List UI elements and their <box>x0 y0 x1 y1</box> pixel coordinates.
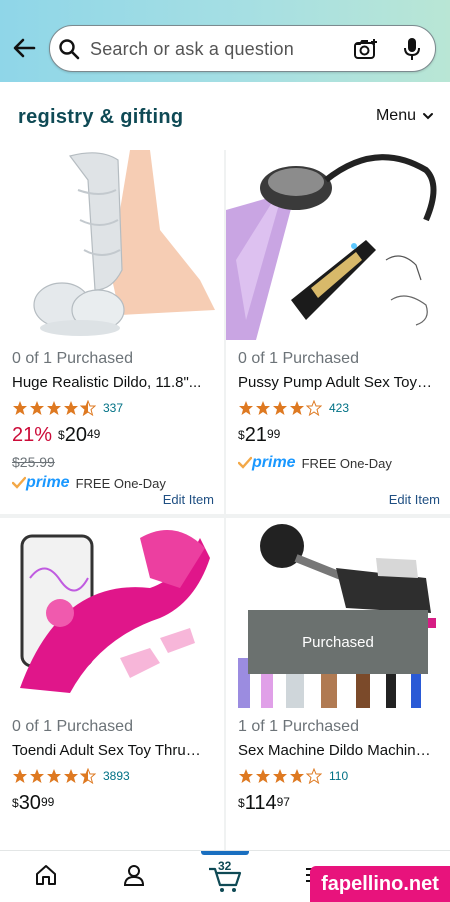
search-header: Search or ask a question <box>0 0 450 82</box>
price-currency: $ <box>58 428 65 442</box>
star-full-icon <box>47 401 61 415</box>
star-full-icon <box>64 401 78 415</box>
star-half-icon <box>80 400 96 416</box>
product-grid: 0 of 1 Purchased Huge Realistic Dildo, 1… <box>0 150 450 850</box>
purchased-status: 1 of 1 Purchased <box>238 718 359 735</box>
product-card[interactable]: 0 of 1 Purchased Toendi Adult Sex Toy Th… <box>0 518 224 850</box>
discount-percent: 21% <box>12 424 53 446</box>
price-whole: 30 <box>18 792 41 814</box>
purchased-status: 0 of 1 Purchased <box>12 350 133 367</box>
cart-icon[interactable] <box>208 865 242 893</box>
price-fraction: 99 <box>266 427 281 441</box>
price: 21% $ 20 49 <box>12 424 100 447</box>
product-title[interactable]: Sex Machine Dildo Machin… <box>238 742 444 759</box>
price-whole: 20 <box>64 424 87 446</box>
price: $ 114 97 <box>238 792 290 815</box>
product-title[interactable]: Pussy Pump Adult Sex Toy… <box>238 374 444 391</box>
price-whole: 21 <box>244 424 267 446</box>
edit-item-link[interactable]: Edit Item <box>389 492 440 507</box>
star-full-icon <box>30 401 44 415</box>
star-full-icon <box>273 401 287 415</box>
star-half-icon <box>80 768 96 784</box>
prime-delivery: prime FREE One-Day <box>12 474 166 492</box>
prime-label: prime <box>26 474 70 491</box>
purchased-toast: Purchased <box>248 610 428 674</box>
star-full-icon <box>30 769 44 783</box>
prime-label: prime <box>252 454 296 471</box>
price-whole: 114 <box>244 792 277 814</box>
rating-count[interactable]: 110 <box>329 769 348 783</box>
rating-count[interactable]: 423 <box>329 401 349 415</box>
product-title[interactable]: Toendi Adult Sex Toy Thru… <box>12 742 218 759</box>
product-card[interactable]: 1 of 1 Purchased Sex Machine Dildo Machi… <box>226 518 450 850</box>
rating-stars[interactable]: 3893 <box>12 768 130 784</box>
watermark: fapellino.net <box>310 866 450 902</box>
prime-check-icon <box>238 456 252 469</box>
product-title[interactable]: Huge Realistic Dildo, 11.8"... <box>12 374 218 391</box>
rating-count[interactable]: 337 <box>103 401 123 415</box>
star-full-icon <box>64 769 78 783</box>
delivery-text: FREE One-Day <box>75 475 166 491</box>
star-full-icon <box>239 769 253 783</box>
list-price: $25.99 <box>12 454 55 470</box>
product-card[interactable]: 0 of 1 Purchased Huge Realistic Dildo, 1… <box>0 150 224 514</box>
star-empty-icon <box>306 768 322 784</box>
edit-item-link[interactable]: Edit Item <box>163 492 214 507</box>
product-card[interactable]: 0 of 1 Purchased Pussy Pump Adult Sex To… <box>226 150 450 514</box>
toast-label: Purchased <box>302 633 374 651</box>
account-icon[interactable] <box>122 863 146 887</box>
price-currency: $ <box>12 796 19 810</box>
purchased-status: 0 of 1 Purchased <box>12 718 133 735</box>
price-currency: $ <box>238 796 245 810</box>
star-full-icon <box>290 769 304 783</box>
purchased-status: 0 of 1 Purchased <box>238 350 359 367</box>
price-fraction: 97 <box>276 795 290 809</box>
product-image[interactable] <box>0 150 224 340</box>
search-icon <box>59 39 80 60</box>
delivery-text: FREE One-Day <box>301 455 392 471</box>
watermark-text: fapellino.net <box>321 872 439 895</box>
home-icon[interactable] <box>34 863 58 887</box>
product-image[interactable] <box>0 518 224 708</box>
product-image[interactable] <box>226 150 450 340</box>
star-full-icon <box>239 401 253 415</box>
registry-bar: registry & gifting Menu <box>0 82 450 150</box>
star-full-icon <box>13 769 27 783</box>
price: $ 21 99 <box>238 424 280 447</box>
microphone-icon[interactable] <box>402 36 422 62</box>
star-full-icon <box>290 401 304 415</box>
star-full-icon <box>47 769 61 783</box>
search-input[interactable]: Search or ask a question <box>90 39 294 60</box>
price: $ 30 99 <box>12 792 54 815</box>
camera-search-icon[interactable] <box>353 37 379 61</box>
price-fraction: 49 <box>86 427 101 441</box>
page-title: registry & gifting <box>18 106 184 128</box>
star-empty-icon <box>306 400 322 416</box>
back-arrow-icon[interactable] <box>10 34 38 62</box>
chevron-down-icon <box>423 113 433 120</box>
rating-count[interactable]: 3893 <box>103 769 130 783</box>
price-fraction: 99 <box>40 795 55 809</box>
search-box[interactable]: Search or ask a question <box>49 25 436 72</box>
menu-button[interactable]: Menu <box>376 107 434 125</box>
rating-stars[interactable]: 337 <box>12 400 123 416</box>
cart-active-indicator <box>201 851 249 855</box>
prime-check-icon <box>12 476 26 489</box>
star-full-icon <box>256 769 270 783</box>
price-currency: $ <box>238 428 245 442</box>
star-full-icon <box>256 401 270 415</box>
star-full-icon <box>13 401 27 415</box>
star-full-icon <box>273 769 287 783</box>
prime-delivery: prime FREE One-Day <box>238 454 392 472</box>
app-screen: Search or ask a question registry & gift… <box>0 0 450 902</box>
rating-stars[interactable]: 110 <box>238 768 348 784</box>
menu-label: Menu <box>375 107 416 124</box>
rating-stars[interactable]: 423 <box>238 400 349 416</box>
